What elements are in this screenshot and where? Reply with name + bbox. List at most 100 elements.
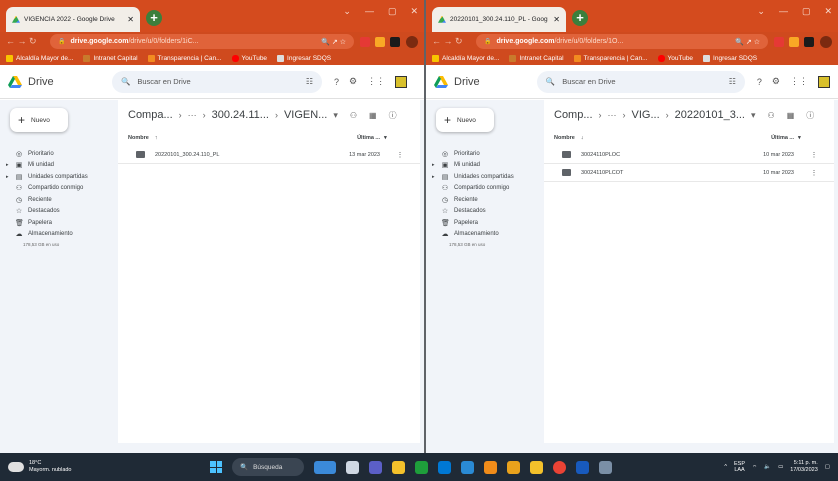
apps-grid-icon[interactable]: ⋮⋮	[367, 76, 385, 87]
clock[interactable]: 5:11 p. m. 17/03/2023	[790, 460, 818, 474]
breadcrumb-item[interactable]: VIG...	[632, 109, 660, 121]
bookmark-item[interactable]: Transparencia | Can...	[147, 54, 222, 62]
bookmark-item[interactable]: Ingresar SDQS	[277, 54, 331, 62]
notification-icon[interactable]: ▢	[825, 464, 830, 470]
app-icon[interactable]	[484, 460, 497, 474]
help-icon[interactable]: ?	[757, 77, 762, 87]
omnibox[interactable]: 🔒 drive.google.com /drive/u/0/folders/1O…	[476, 34, 768, 49]
bookmark-item[interactable]: Ingresar SDQS	[703, 54, 757, 62]
sidebar-item-prioritario[interactable]: ◎ Prioritario	[426, 148, 544, 160]
table-row[interactable]: 30024110PLCOT 10 mar 2023 ⋮	[544, 164, 834, 182]
sort-dropdown-icon[interactable]: ▾	[794, 135, 834, 141]
sidebar-item-reciente[interactable]: ◷ Reciente	[0, 194, 118, 206]
bookmark-item[interactable]: YouTube	[657, 54, 693, 62]
minimize-icon[interactable]: —	[365, 6, 374, 17]
bookmark-item[interactable]: Transparencia | Can...	[573, 54, 648, 62]
new-button[interactable]: + Nuevo	[436, 108, 494, 132]
minimize-icon[interactable]: —	[779, 6, 788, 17]
share-people-icon[interactable]: ⚇	[350, 111, 357, 120]
apps-grid-icon[interactable]: ⋮⋮	[790, 76, 808, 87]
extension-icon[interactable]	[804, 36, 814, 47]
close-tab-icon[interactable]: ✕	[553, 15, 560, 24]
account-avatar[interactable]	[818, 75, 830, 88]
profile-avatar[interactable]	[406, 35, 418, 48]
sidebar-item-compartido[interactable]: ⚇ Compartido conmigo	[426, 183, 544, 195]
sidebar-item-papelera[interactable]: 🗑 Papelera	[426, 217, 544, 229]
close-icon[interactable]: ✕	[410, 6, 418, 17]
store-icon[interactable]	[438, 460, 451, 474]
search-icon[interactable]: 🔍	[546, 77, 555, 86]
search-icon[interactable]: 🔍	[121, 77, 130, 86]
browser-tab[interactable]: VIGENCIA 2022 - Google Drive ✕	[6, 7, 140, 32]
expand-icon[interactable]: ▸	[6, 174, 10, 180]
breadcrumb-more[interactable]: ···	[608, 110, 617, 120]
bookmark-item[interactable]: Alcaldía Mayor de...	[432, 54, 499, 62]
app-icon[interactable]	[599, 460, 612, 474]
modified-column-header[interactable]: Última ...	[771, 135, 794, 141]
lock-icon[interactable]: 🔒	[58, 38, 65, 45]
info-icon[interactable]: ⓘ	[389, 110, 397, 121]
sidebar-item-almacenamiento[interactable]: ☁ Almacenamiento	[426, 229, 544, 241]
task-view-icon[interactable]	[346, 460, 359, 474]
breadcrumb-item[interactable]: Comp...	[554, 109, 593, 121]
grid-view-icon[interactable]: ▦	[787, 111, 795, 120]
bookmark-item[interactable]: YouTube	[231, 54, 267, 62]
breadcrumb-current[interactable]: VIGEN...	[284, 109, 327, 121]
browser-tab[interactable]: 20220101_300.24.110_PL - Goog ✕	[432, 7, 566, 32]
chevron-down-icon[interactable]: ▾	[751, 110, 756, 121]
sidebar-item-unidades-compartidas[interactable]: ▸ ▤ Unidades compartidas	[0, 171, 118, 183]
new-button[interactable]: + Nuevo	[10, 108, 68, 132]
bookmark-item[interactable]: Intranet Capital	[83, 54, 138, 62]
gear-icon[interactable]: ⚙	[349, 76, 357, 87]
help-icon[interactable]: ?	[334, 77, 339, 87]
sidebar-item-prioritario[interactable]: ◎ Prioritario	[0, 148, 118, 160]
extension-icon[interactable]	[789, 36, 799, 47]
sidebar-item-mi-unidad[interactable]: ▸ ▣ Mi unidad	[0, 160, 118, 172]
breadcrumb-item[interactable]: Compa...	[128, 109, 173, 121]
more-options-icon[interactable]: ⋮	[794, 151, 834, 159]
omnibox[interactable]: 🔒 drive.google.com /drive/u/0/folders/1i…	[50, 34, 354, 49]
grid-view-icon[interactable]: ▦	[369, 111, 377, 120]
sidebar-item-almacenamiento[interactable]: ☁ Almacenamiento	[0, 229, 118, 241]
app-icon[interactable]	[507, 460, 520, 474]
bookmark-item[interactable]: Intranet Capital	[509, 54, 564, 62]
drive-logo[interactable]: Drive	[8, 75, 112, 88]
extension-icon[interactable]	[375, 36, 385, 47]
wifi-icon[interactable]: ⌔	[752, 464, 757, 471]
table-row[interactable]: 20220101_300.24.110_PL 13 mar 2023 ⋮	[118, 146, 420, 164]
omnibox-icons[interactable]: 🔍 ↗ ☆	[735, 38, 760, 46]
chevron-up-icon[interactable]: ^	[724, 464, 727, 470]
sidebar-item-mi-unidad[interactable]: ▸ ▣ Mi unidad	[426, 160, 544, 172]
sidebar-item-papelera[interactable]: 🗑 Papelera	[0, 217, 118, 229]
modified-column-header[interactable]: Última ...	[357, 135, 380, 141]
app-icon[interactable]	[415, 460, 428, 474]
breadcrumb-item[interactable]: 300.24.11...	[212, 109, 269, 121]
bookmark-item[interactable]: Alcaldía Mayor de...	[6, 54, 73, 62]
language-indicator[interactable]: ESP LAA	[734, 461, 745, 473]
nav-buttons[interactable]: ← → ↻	[432, 36, 476, 47]
expand-icon[interactable]: ▸	[432, 174, 436, 180]
expand-icon[interactable]: ▸	[6, 162, 10, 168]
lock-icon[interactable]: 🔒	[484, 38, 491, 45]
chrome-icon[interactable]	[553, 460, 566, 474]
gear-icon[interactable]: ⚙	[772, 76, 780, 87]
search-input[interactable]: 🔍 Buscar en Drive ☷	[536, 70, 745, 93]
omnibox-icons[interactable]: 🔍 ↗ ☆	[321, 38, 346, 46]
name-column-header[interactable]: Nombre	[554, 135, 575, 141]
chevron-down-icon[interactable]: ⌄	[343, 6, 351, 17]
extension-icon[interactable]	[360, 36, 370, 47]
close-tab-icon[interactable]: ✕	[127, 15, 134, 24]
sidebar-item-unidades-compartidas[interactable]: ▸ ▤ Unidades compartidas	[426, 171, 544, 183]
chevron-down-icon[interactable]: ▾	[333, 110, 338, 121]
chat-icon[interactable]	[369, 460, 382, 474]
sidebar-item-compartido[interactable]: ⚇ Compartido conmigo	[0, 183, 118, 195]
account-avatar[interactable]	[395, 75, 408, 88]
taskbar-search[interactable]: 🔍 Búsqueda	[232, 458, 304, 476]
sidebar-item-destacados[interactable]: ☆ Destacados	[0, 206, 118, 218]
more-options-icon[interactable]: ⋮	[794, 169, 834, 177]
search-input[interactable]: 🔍 Buscar en Drive ☷	[112, 70, 322, 93]
maximize-icon[interactable]: ▢	[802, 6, 811, 17]
word-icon[interactable]	[576, 460, 589, 474]
windows-start-icon[interactable]	[210, 461, 222, 473]
filter-icon[interactable]: ☷	[729, 77, 736, 86]
